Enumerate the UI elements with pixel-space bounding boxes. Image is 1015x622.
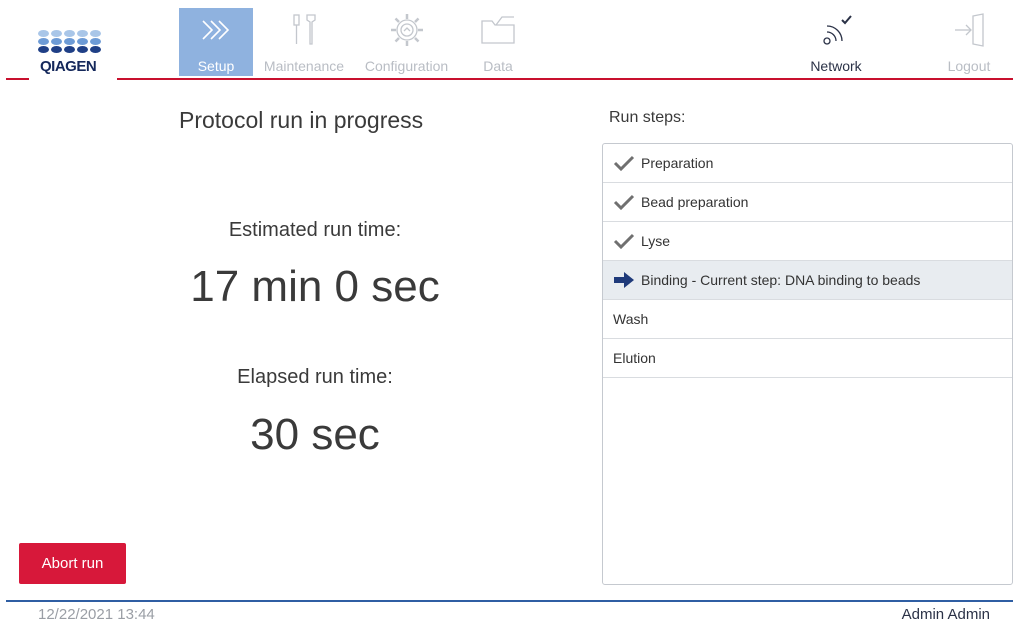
run-steps-heading: Run steps: xyxy=(609,109,686,126)
checkmark-icon xyxy=(613,232,635,250)
footer-user-name: Admin Admin xyxy=(901,606,990,622)
abort-run-button[interactable]: Abort run xyxy=(19,543,126,584)
step-row-elution: Elution xyxy=(603,339,1012,378)
elapsed-run-time-label: Elapsed run time: xyxy=(237,366,393,388)
estimated-run-time-label: Estimated run time: xyxy=(228,219,402,241)
step-row-binding-current: Binding - Current step: DNA binding to b… xyxy=(603,261,1012,300)
checkmark-icon xyxy=(613,154,635,172)
chevrons-right-icon xyxy=(179,8,253,52)
gear-icon xyxy=(358,8,455,52)
footer-datetime: 12/22/2021 13:44 xyxy=(38,606,155,622)
footer-divider xyxy=(6,600,1013,602)
step-row-preparation: Preparation xyxy=(603,144,1012,183)
step-label: Bead preparation xyxy=(641,194,749,210)
step-label: Lyse xyxy=(641,233,671,249)
arrow-right-icon xyxy=(613,271,635,289)
checkmark-icon xyxy=(613,193,635,211)
nav-setup-tab[interactable]: Setup xyxy=(179,8,253,76)
run-steps-list[interactable]: Preparation Bead preparation Lyse Bindin… xyxy=(602,143,1013,585)
nav-logout-label: Logout xyxy=(947,58,991,74)
step-label: Preparation xyxy=(641,155,714,171)
estimated-run-time-value: 17 min 0 sec xyxy=(190,262,440,311)
nav-configuration-tab[interactable]: Configuration xyxy=(358,8,455,76)
step-row-wash: Wash xyxy=(603,300,1012,339)
header-divider-left xyxy=(6,78,29,80)
nav-configuration-label: Configuration xyxy=(364,58,449,74)
header-divider-right xyxy=(117,78,1013,80)
nav-data-label: Data xyxy=(483,58,513,74)
qiagen-logo: QIAGEN xyxy=(38,30,108,80)
nav-data-tab[interactable]: Data xyxy=(466,8,530,76)
wifi-connected-icon xyxy=(800,8,872,52)
nav-setup-label: Setup xyxy=(197,58,235,74)
nav-logout-tab[interactable]: Logout xyxy=(940,8,998,76)
step-label: Wash xyxy=(613,311,649,327)
logo-text: QIAGEN xyxy=(40,58,97,75)
page-title: Protocol run in progress xyxy=(179,107,424,133)
step-label: Elution xyxy=(613,350,656,366)
folder-icon xyxy=(466,8,530,52)
nav-maintenance-tab[interactable]: Maintenance xyxy=(258,8,350,76)
tools-icon xyxy=(258,8,350,52)
nav-network-label: Network xyxy=(810,58,862,74)
logout-icon xyxy=(940,8,998,52)
nav-network-tab[interactable]: Network xyxy=(800,8,872,76)
elapsed-run-time-value: 30 sec xyxy=(250,410,380,459)
step-row-lyse: Lyse xyxy=(603,222,1012,261)
step-label: Binding - Current step: DNA binding to b… xyxy=(641,272,921,288)
top-navigation-bar: QIAGEN Setup Maintenance Configuration D… xyxy=(0,0,1015,80)
step-row-bead-preparation: Bead preparation xyxy=(603,183,1012,222)
nav-maintenance-label: Maintenance xyxy=(263,58,345,74)
logo-dots xyxy=(38,30,108,53)
